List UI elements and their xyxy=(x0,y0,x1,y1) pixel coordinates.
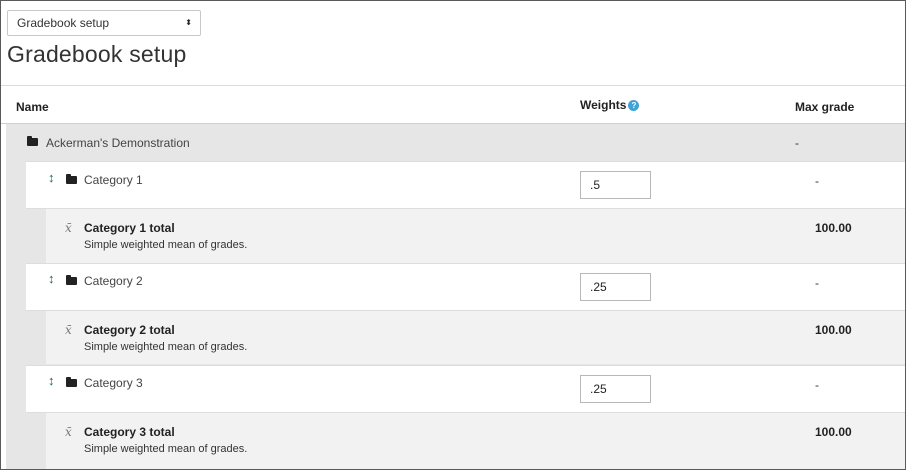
category-name: Category 2 xyxy=(84,274,143,288)
category-row xyxy=(26,161,905,208)
category-total-max-grade: 100.00 xyxy=(815,221,852,235)
select-arrows-icon: ⬍ xyxy=(185,18,192,27)
category-total-max-grade: 100.00 xyxy=(815,425,852,439)
gradebook-frame: Gradebook setup ⬍ Gradebook setup Name W… xyxy=(0,0,906,470)
move-icon[interactable]: ↕ xyxy=(48,373,55,388)
move-icon[interactable]: ↕ xyxy=(48,271,55,286)
category-name: Category 1 xyxy=(84,173,143,187)
category-total-name: Category 2 total xyxy=(84,323,175,337)
category-total-name: Category 1 total xyxy=(84,221,175,235)
mean-icon: x̄ xyxy=(65,221,72,235)
mean-icon: x̄ xyxy=(65,323,72,337)
category-total-max-grade: 100.00 xyxy=(815,323,852,337)
row-divider xyxy=(26,365,905,366)
course-name: Ackerman's Demonstration xyxy=(46,136,190,150)
category-total-row xyxy=(46,413,905,469)
column-header-weights: Weights? xyxy=(580,98,640,112)
folder-icon xyxy=(66,377,77,387)
mean-icon: x̄ xyxy=(65,425,72,439)
title-divider xyxy=(1,85,905,86)
column-header-max-grade: Max grade xyxy=(795,100,855,114)
category-total-row xyxy=(46,311,905,364)
question-icon[interactable]: ? xyxy=(628,100,640,112)
category-total-description: Simple weighted mean of grades. xyxy=(84,239,248,251)
weight-input[interactable] xyxy=(580,171,651,199)
row-divider xyxy=(26,310,905,311)
category-row xyxy=(26,366,905,412)
weight-input[interactable] xyxy=(580,273,651,301)
category-total-name: Category 3 total xyxy=(84,425,175,439)
folder-icon xyxy=(66,275,77,285)
folder-icon xyxy=(66,174,77,184)
course-max-grade: - xyxy=(795,136,799,150)
category-total-description: Simple weighted mean of grades. xyxy=(84,443,248,455)
gradebook-selector[interactable]: Gradebook setup ⬍ xyxy=(7,10,201,36)
row-divider xyxy=(26,412,905,413)
folder-icon xyxy=(27,136,38,146)
category-name: Category 3 xyxy=(84,376,143,390)
category-total-description: Simple weighted mean of grades. xyxy=(84,341,248,353)
row-divider xyxy=(26,161,905,162)
category-row xyxy=(26,264,905,310)
category-max-grade: - xyxy=(815,276,819,290)
column-header-name: Name xyxy=(16,100,49,114)
row-divider xyxy=(26,208,905,209)
gradebook-selector-value: Gradebook setup xyxy=(17,16,110,30)
row-divider xyxy=(26,263,905,264)
column-header-weights-label: Weights xyxy=(580,98,627,112)
category-max-grade: - xyxy=(815,174,819,188)
weight-input[interactable] xyxy=(580,375,651,403)
page-title: Gradebook setup xyxy=(7,41,187,67)
move-icon[interactable]: ↕ xyxy=(48,170,55,185)
category-total-row xyxy=(46,209,905,263)
category-max-grade: - xyxy=(815,378,819,392)
